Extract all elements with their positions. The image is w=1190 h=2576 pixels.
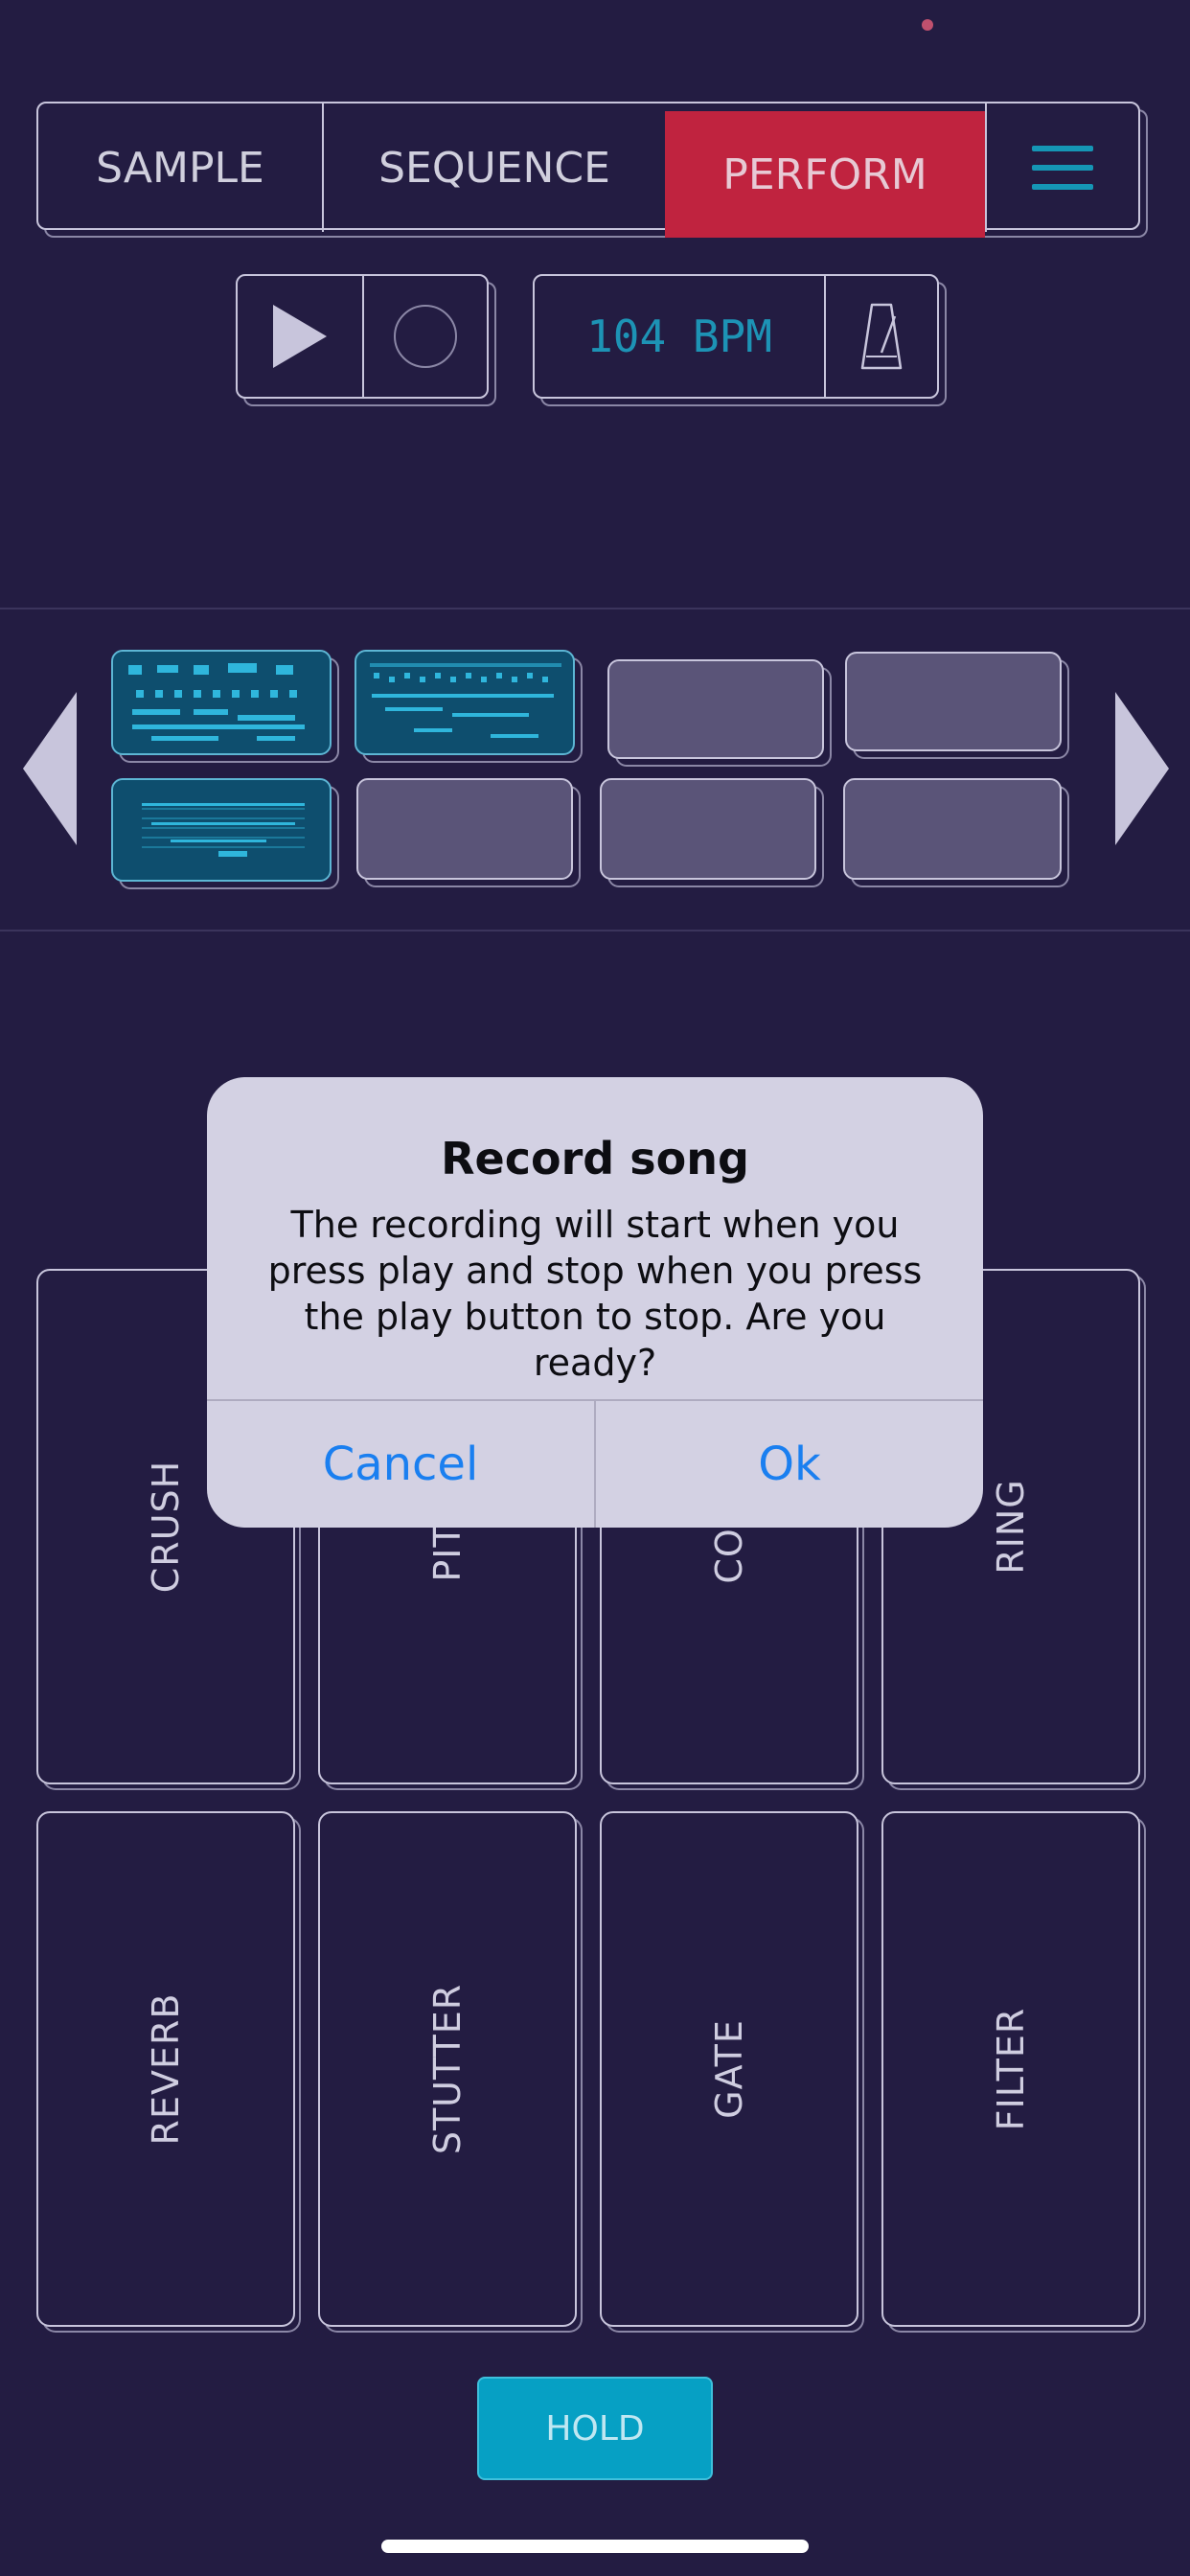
ok-button[interactable]: Ok <box>596 1401 983 1528</box>
record-song-dialog: Record song The recording will start whe… <box>207 1077 983 1528</box>
dialog-message: The recording will start when you press … <box>267 1204 923 1384</box>
cancel-button[interactable]: Cancel <box>207 1401 594 1528</box>
dialog-title: Record song <box>441 1133 749 1184</box>
home-indicator[interactable] <box>381 2540 809 2553</box>
